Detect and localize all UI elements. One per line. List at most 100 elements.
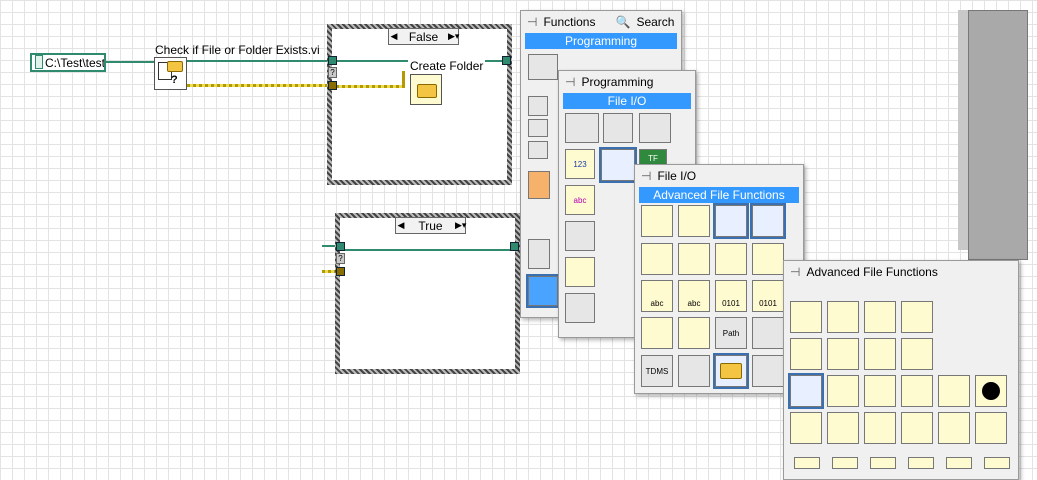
case-selector-true[interactable]: ◀ True ▶▾ — [395, 217, 466, 234]
new-folder-tile[interactable] — [864, 412, 896, 444]
file-io-subpalette-tile[interactable] — [599, 147, 637, 183]
array-tile[interactable] — [528, 96, 548, 116]
open-create-file-tile[interactable] — [641, 243, 673, 275]
path-type-tile[interactable] — [984, 457, 1010, 469]
check-file-exists-vi-icon[interactable]: ? — [154, 57, 187, 90]
string-subpalette-tile[interactable]: abc — [565, 185, 595, 215]
numeric-subpalette-tile[interactable]: 123 — [565, 149, 595, 179]
set-file-position-tile[interactable] — [790, 338, 822, 370]
write-measurement-tile[interactable] — [713, 203, 749, 239]
path-input-tunnel[interactable] — [328, 56, 337, 65]
pin-icon[interactable]: ⊣ — [790, 265, 800, 279]
volume-info-tile[interactable] — [827, 412, 859, 444]
write-text-file-tile[interactable]: abc — [641, 280, 673, 312]
write-binary-file-tile[interactable]: 0101 — [715, 280, 747, 312]
path-wire[interactable] — [106, 61, 156, 63]
selector-terminal[interactable]: ? — [328, 67, 337, 78]
advanced-file-functions-palette[interactable]: ⊣ Advanced File Functions — [783, 260, 1019, 480]
read-measurement-tile[interactable] — [750, 203, 786, 239]
path-wire-to-case[interactable] — [187, 60, 329, 62]
build-path-tile[interactable] — [641, 317, 673, 349]
next-case-icon[interactable]: ▶▾ — [448, 31, 459, 42]
prev-case-icon[interactable]: ◀ — [396, 220, 406, 231]
search-icon[interactable]: 🔍 — [615, 15, 630, 29]
programming-category-bar[interactable]: File I/O — [563, 93, 691, 109]
timing-subpalette-tile[interactable] — [565, 257, 595, 287]
refnum-to-path-tile[interactable] — [946, 457, 972, 469]
file-info-tile[interactable] — [790, 412, 822, 444]
pin-icon[interactable]: ⊣ — [565, 75, 575, 89]
array-subpalette-tile[interactable] — [603, 113, 633, 143]
cluster-tile[interactable] — [528, 141, 548, 159]
abort-tile[interactable] — [975, 375, 1007, 407]
case-structure-true[interactable]: ◀ True ▶▾ — [335, 213, 520, 374]
copy-tile[interactable] — [827, 375, 859, 407]
file-dialog-tile[interactable] — [864, 338, 896, 370]
binary-tile[interactable] — [938, 375, 970, 407]
inner-path-wire[interactable] — [344, 249, 514, 251]
create-folder-tile[interactable] — [788, 373, 824, 409]
move-tile[interactable] — [864, 375, 896, 407]
search-button[interactable]: Search — [636, 15, 674, 29]
path-input-tunnel[interactable] — [336, 242, 345, 251]
read-binary-file-tile[interactable]: 0101 — [752, 280, 784, 312]
bool-input-tunnel[interactable] — [336, 267, 345, 276]
case-selector-false[interactable]: ◀ False ▶▾ — [388, 28, 459, 45]
strip-path-tile[interactable] — [678, 317, 710, 349]
tdms-tile[interactable]: TDMS — [641, 355, 673, 387]
read-text-file-tile[interactable]: abc — [678, 280, 710, 312]
libraries-executables-tile[interactable] — [752, 355, 784, 387]
case-structure-false[interactable]: ◀ False ▶▾ Create Folder — [327, 24, 512, 185]
next-case-icon[interactable]: ▶▾ — [455, 220, 466, 231]
inner-bool-wire[interactable] — [336, 85, 404, 88]
functions-category-bar[interactable]: Programming — [525, 33, 677, 49]
list-folder-tile[interactable] — [901, 412, 933, 444]
get-file-position-tile[interactable] — [827, 301, 859, 333]
close-file-tile[interactable] — [678, 243, 710, 275]
file-constants-tile[interactable] — [752, 317, 784, 349]
cluster-subpalette-tile[interactable] — [639, 113, 671, 143]
set-file-size-tile[interactable] — [901, 301, 933, 333]
instr-io-tile[interactable] — [528, 239, 550, 269]
get-file-size-tile[interactable] — [790, 301, 822, 333]
file-io-palette[interactable]: ⊣ File I/O Advanced File Functions abc a… — [634, 164, 804, 394]
express-tile[interactable] — [526, 274, 560, 308]
delete-tile[interactable] — [901, 375, 933, 407]
bool-wire-true[interactable] — [322, 270, 336, 273]
create-folder-vi-icon[interactable] — [410, 74, 442, 105]
lock-range-tile[interactable] — [864, 301, 896, 333]
path-constant-tile[interactable]: Path — [715, 317, 747, 349]
dialog-subpalette-tile[interactable] — [565, 293, 595, 323]
path-to-string-tile[interactable] — [794, 457, 820, 469]
prev-case-icon[interactable]: ◀ — [389, 31, 399, 42]
path-output-tunnel[interactable] — [502, 56, 511, 65]
array-to-path-tile[interactable] — [908, 457, 934, 469]
write-spreadsheet-tile[interactable] — [641, 205, 673, 237]
scan-from-file-tile[interactable] — [752, 243, 784, 275]
path-wire-true[interactable] — [322, 245, 336, 247]
selector-terminal[interactable]: ? — [336, 253, 345, 264]
application-control-tile[interactable] — [528, 171, 550, 199]
structures-tile[interactable] — [528, 54, 558, 80]
path-to-array-tile[interactable] — [870, 457, 896, 469]
file-io-category-bar[interactable]: Advanced File Functions — [639, 187, 799, 203]
flush-file-tile[interactable] — [827, 338, 859, 370]
deny-access-tile[interactable] — [901, 338, 933, 370]
file-dialog-express-tile[interactable] — [975, 412, 1007, 444]
pin-icon[interactable]: ⊣ — [527, 15, 537, 29]
path-constant[interactable]: C:\Test\test — [30, 53, 106, 72]
advanced-file-functions-tile[interactable] — [713, 353, 749, 389]
structures-subpalette-tile[interactable] — [565, 113, 599, 143]
path-output-tunnel[interactable] — [510, 242, 519, 251]
pin-icon[interactable]: ⊣ — [641, 169, 651, 183]
comparison-subpalette-tile[interactable] — [565, 221, 595, 251]
boolean-wire[interactable] — [187, 84, 329, 87]
window-scrollbar[interactable] — [958, 10, 968, 250]
string-to-path-tile[interactable] — [832, 457, 858, 469]
read-spreadsheet-tile[interactable] — [678, 205, 710, 237]
numeric-tile[interactable] — [528, 119, 548, 137]
inner-bool-wire-v[interactable] — [402, 71, 405, 88]
format-into-file-tile[interactable] — [715, 243, 747, 275]
storage-tile[interactable] — [678, 355, 710, 387]
check-exists-tile[interactable] — [938, 412, 970, 444]
